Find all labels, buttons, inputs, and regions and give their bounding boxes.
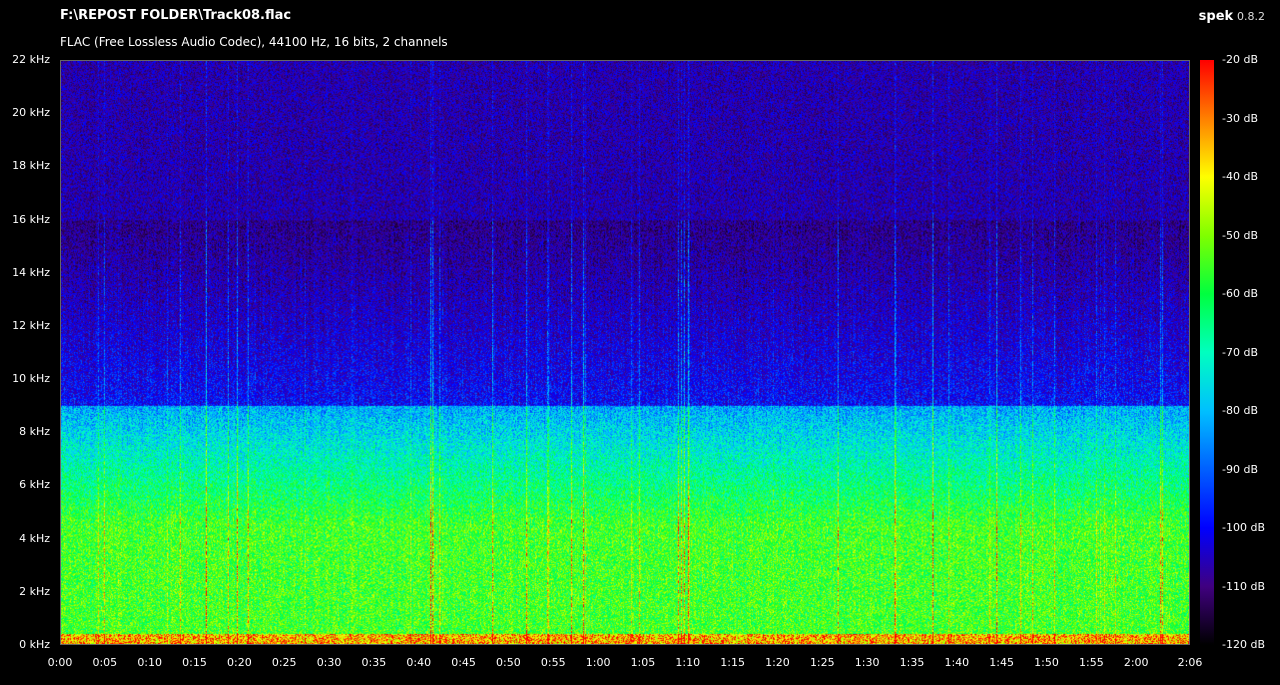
db-tick-label: -100 dB [1222, 521, 1265, 534]
time-tick-label: 0:35 [361, 656, 387, 669]
frequency-tick-label: 10 kHz [12, 372, 50, 386]
time-tick-label: 0:40 [406, 656, 432, 669]
db-tick-label: -60 dB [1222, 287, 1258, 300]
time-tick-label: 1:00 [585, 656, 611, 669]
frequency-tick-label: 14 kHz [12, 265, 50, 279]
frequency-tick-label: 4 kHz [19, 531, 50, 545]
frequency-tick-label: 6 kHz [19, 478, 50, 492]
axes-layer: 22 kHz 20 kHz 18 kHz 16 kHz 14 kHz 12 kHz 10 k… [0, 0, 1280, 685]
time-tick-label: 0:00 [47, 656, 73, 669]
time-tick-label: 0:25 [271, 656, 297, 669]
time-tick-label: 1:30 [854, 656, 880, 669]
time-tick-label: 0:20 [227, 656, 252, 669]
time-tick-label: 0:15 [182, 656, 207, 669]
frequency-tick-label: 0 kHz [19, 638, 50, 651]
time-tick-label: 1:20 [765, 656, 790, 669]
time-tick-label: 1:50 [1034, 656, 1059, 669]
frequency-tick-label: 20 kHz [12, 106, 50, 120]
time-tick-label: 0:50 [496, 656, 521, 669]
time-tick-label: 1:05 [630, 656, 656, 669]
db-tick-label: -50 dB [1222, 228, 1258, 242]
time-tick-label: 0:55 [540, 656, 566, 669]
frequency-tick-label: 8 kHz [19, 425, 50, 439]
time-tick-label: 0:05 [92, 656, 118, 669]
time-tick-label: 1:25 [809, 656, 835, 669]
db-tick-label: -20 dB [1222, 53, 1258, 66]
time-tick-label: 1:15 [720, 656, 745, 669]
db-tick-label: -80 dB [1222, 404, 1258, 417]
db-tick-label: -120 dB [1222, 638, 1265, 651]
db-tick-label: -110 dB [1222, 579, 1265, 593]
frequency-tick-label: 16 kHz [12, 212, 50, 226]
db-tick-label: -90 dB [1222, 462, 1258, 476]
db-tick-label: -30 dB [1222, 111, 1258, 125]
db-tick-label: -70 dB [1222, 345, 1258, 359]
time-tick-label: 2:00 [1123, 656, 1149, 669]
time-tick-label: 0:45 [451, 656, 476, 669]
time-tick-label: 0:10 [137, 656, 163, 669]
frequency-tick-label: 2 kHz [19, 584, 50, 598]
time-tick-label: 0:30 [316, 656, 342, 669]
frequency-tick-label: 12 kHz [12, 318, 50, 332]
time-tick-label: 1:35 [899, 656, 925, 669]
frequency-tick-label: 22 kHz [12, 53, 50, 66]
time-tick-label: 1:10 [675, 656, 701, 669]
frequency-tick-label: 18 kHz [12, 159, 50, 173]
time-tick-label: 2:06 [1177, 656, 1203, 669]
time-tick-label: 1:40 [944, 656, 970, 669]
time-tick-label: 1:55 [1078, 656, 1104, 669]
db-tick-label: -40 dB [1222, 170, 1258, 183]
time-tick-label: 1:45 [989, 656, 1014, 669]
